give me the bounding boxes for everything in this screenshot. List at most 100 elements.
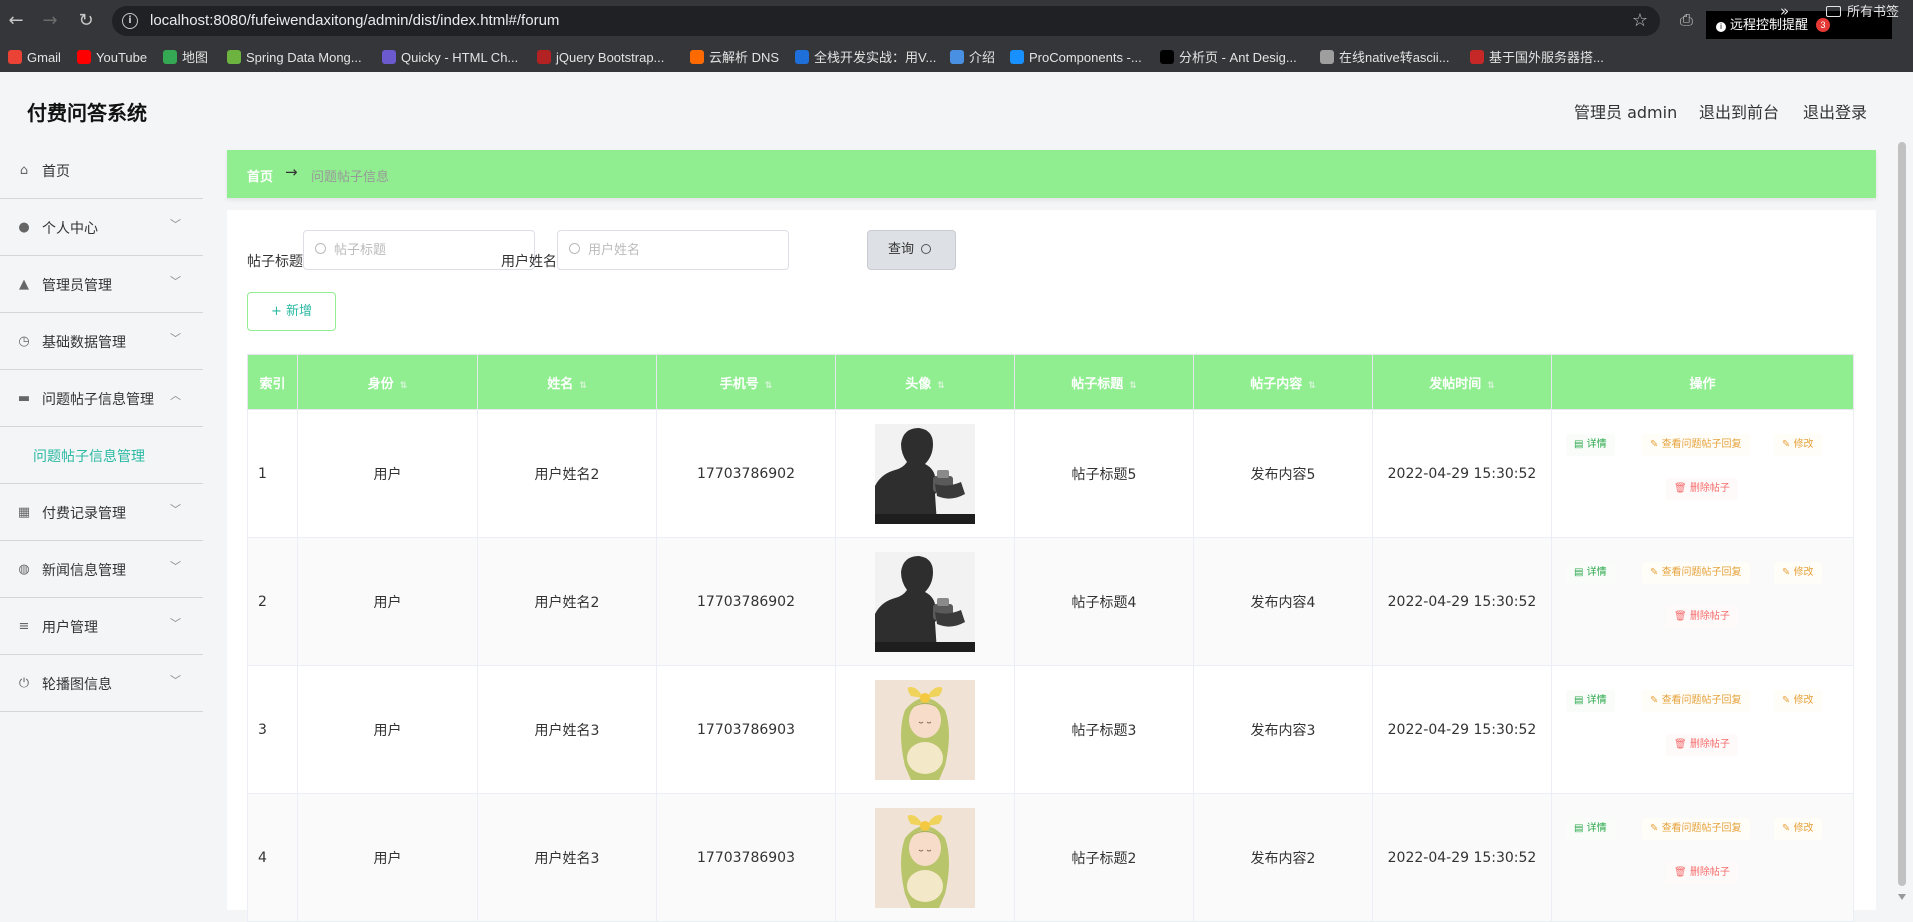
view-replies-button[interactable]: ✎ 查看问题帖子回复 bbox=[1642, 434, 1750, 456]
bookmark-item[interactable]: 介绍 bbox=[950, 48, 995, 68]
column-header-label: 操作 bbox=[1689, 376, 1716, 392]
user-search-input[interactable] bbox=[588, 240, 778, 260]
column-header[interactable]: 身份 ⇅ bbox=[297, 354, 478, 410]
sort-icon[interactable]: ⇅ bbox=[400, 381, 408, 391]
delete-button[interactable]: 🗑 删除帖子 bbox=[1666, 862, 1738, 884]
sort-icon[interactable]: ⇅ bbox=[1308, 381, 1316, 391]
edit-button[interactable]: ✎ 修改 bbox=[1774, 690, 1822, 712]
document-icon: ▤ bbox=[1574, 439, 1587, 450]
sidebar-item[interactable]: ⏻ 轮播图信息 ﹀ bbox=[0, 655, 203, 712]
bookmark-item[interactable]: YouTube bbox=[77, 48, 147, 68]
column-header[interactable]: 发帖时间 ⇅ bbox=[1372, 354, 1552, 410]
submenu-forum-management[interactable]: 问题帖子信息管理 bbox=[0, 427, 203, 484]
address-bar[interactable]: i localhost:8080/fufeiwendaxitong/admin/… bbox=[112, 6, 1660, 36]
cell-phone: 17703786902 bbox=[656, 537, 836, 666]
column-header[interactable]: 姓名 ⇅ bbox=[477, 354, 657, 410]
bookmark-item[interactable]: 基于国外服务器搭... bbox=[1470, 48, 1604, 68]
bookmark-item[interactable]: jQuery Bootstrap... bbox=[537, 48, 664, 68]
page-scrollbar[interactable] bbox=[1896, 142, 1908, 908]
site-info-icon[interactable]: i bbox=[122, 13, 138, 29]
to-frontend-link[interactable]: 退出到前台 bbox=[1699, 99, 1779, 123]
column-header[interactable]: 手机号 ⇅ bbox=[656, 354, 836, 410]
bookmark-item[interactable]: 在线native转ascii... bbox=[1320, 48, 1450, 68]
edit-button[interactable]: ✎ 修改 bbox=[1774, 562, 1822, 584]
column-header-label: 姓名 bbox=[547, 376, 574, 392]
bookmark-item[interactable]: Spring Data Mong... bbox=[227, 48, 362, 68]
reload-icon[interactable]: ↻ bbox=[74, 9, 98, 33]
actions-cell: ▤ 详情 ✎ 查看问题帖子回复 ✎ 修改 🗑 删除帖子 bbox=[1551, 793, 1854, 922]
avatar bbox=[875, 423, 975, 524]
edit-button[interactable]: ✎ 修改 bbox=[1774, 818, 1822, 840]
column-header-label: 身份 bbox=[367, 376, 394, 392]
edit-button[interactable]: ✎ 修改 bbox=[1774, 434, 1822, 456]
bookmark-item[interactable]: 全栈开发实战：用V... bbox=[795, 48, 936, 68]
sidebar-item[interactable]: ● 个人中心 ﹀ bbox=[0, 199, 203, 256]
bookmark-label: YouTube bbox=[96, 50, 148, 65]
sidebar-item[interactable]: ▦ 付费记录管理 ﹀ bbox=[0, 484, 203, 541]
sidebar-item[interactable]: ▬ 问题帖子信息管理 ︿ bbox=[0, 370, 203, 427]
detail-button[interactable]: ▤ 详情 bbox=[1566, 818, 1615, 840]
detail-button[interactable]: ▤ 详情 bbox=[1566, 690, 1615, 712]
chevron-down-icon: ﹀ bbox=[170, 674, 181, 687]
bookmark-item[interactable]: Gmail bbox=[8, 48, 61, 68]
sidebar-item[interactable]: ▲ 管理员管理 ﹀ bbox=[0, 256, 203, 313]
more-bookmarks-icon[interactable]: » bbox=[1780, 2, 1789, 20]
back-icon[interactable]: ← bbox=[4, 9, 28, 33]
sidebar-item[interactable]: ◍ 新闻信息管理 ﹀ bbox=[0, 541, 203, 598]
view-replies-button[interactable]: ✎ 查看问题帖子回复 bbox=[1642, 818, 1750, 840]
url-text[interactable]: localhost:8080/fufeiwendaxitong/admin/di… bbox=[150, 12, 559, 29]
bookmark-favicon-icon bbox=[1010, 50, 1024, 64]
bookmark-label: Quicky - HTML Ch... bbox=[401, 50, 519, 65]
sidebar-item-label: 用户管理 bbox=[42, 620, 98, 636]
sidebar-item[interactable]: ⌂ 首页 bbox=[0, 142, 203, 199]
column-header[interactable]: 帖子内容 ⇅ bbox=[1193, 354, 1373, 410]
breadcrumb-home[interactable]: 首页 bbox=[247, 166, 273, 185]
admin-user[interactable]: 管理员 admin bbox=[1574, 99, 1677, 123]
add-button[interactable]: + 新增 bbox=[247, 292, 336, 331]
view-replies-button[interactable]: ✎ 查看问题帖子回复 bbox=[1642, 562, 1750, 584]
bookmark-item[interactable]: Quicky - HTML Ch... bbox=[382, 48, 518, 68]
bookmark-favicon-icon bbox=[537, 50, 551, 64]
bookmark-label: Gmail bbox=[27, 50, 61, 65]
sort-icon[interactable]: ⇅ bbox=[765, 381, 773, 391]
sidebar-item[interactable]: ≡ 用户管理 ﹀ bbox=[0, 598, 203, 655]
column-header[interactable]: 帖子标题 ⇅ bbox=[1014, 354, 1194, 410]
column-header[interactable]: 头像 ⇅ bbox=[835, 354, 1015, 410]
home-icon: ⌂ bbox=[19, 163, 29, 178]
forward-icon[interactable]: → bbox=[38, 9, 62, 33]
detail-button[interactable]: ▤ 详情 bbox=[1566, 562, 1615, 584]
logout-link[interactable]: 退出登录 bbox=[1803, 99, 1867, 123]
sort-icon[interactable]: ⇅ bbox=[1487, 381, 1495, 391]
scrollbar-thumb[interactable] bbox=[1898, 142, 1906, 886]
delete-button[interactable]: 🗑 删除帖子 bbox=[1666, 478, 1738, 500]
bookmark-item[interactable]: ProComponents -... bbox=[1010, 48, 1142, 68]
bookmark-item[interactable]: 地图 bbox=[163, 48, 208, 68]
cell-index: 1 bbox=[247, 409, 298, 538]
breadcrumb: 首页 → 问题帖子信息 bbox=[227, 150, 1876, 198]
column-header-label: 头像 bbox=[905, 376, 932, 392]
cell-title: 帖子标题4 bbox=[1014, 537, 1194, 666]
user-filter-field[interactable] bbox=[557, 230, 789, 270]
sort-icon[interactable]: ⇅ bbox=[937, 381, 945, 391]
detail-button[interactable]: ▤ 详情 bbox=[1566, 434, 1615, 456]
delete-label: 删除帖子 bbox=[1689, 611, 1730, 622]
globe-icon: ◍ bbox=[18, 562, 30, 577]
delete-button[interactable]: 🗑 删除帖子 bbox=[1666, 734, 1738, 756]
all-bookmarks[interactable]: 所有书签 bbox=[1826, 2, 1899, 22]
view-replies-button[interactable]: ✎ 查看问题帖子回复 bbox=[1642, 690, 1750, 712]
scroll-down-icon[interactable] bbox=[1898, 894, 1906, 900]
bookmark-favicon-icon bbox=[77, 50, 91, 64]
sort-icon[interactable]: ⇅ bbox=[1129, 381, 1137, 391]
table-row: 1 用户 用户姓名2 17703786902 帖子标题5 发布内容5 2022-04-29 … bbox=[247, 409, 1854, 538]
sort-icon[interactable]: ⇅ bbox=[579, 381, 587, 391]
bookmark-item[interactable]: 分析页 - Ant Desig... bbox=[1160, 48, 1297, 68]
delete-button[interactable]: 🗑 删除帖子 bbox=[1666, 606, 1738, 628]
sidebar-item[interactable]: ◷ 基础数据管理 ﹀ bbox=[0, 313, 203, 370]
bookmark-item[interactable]: 云解析 DNS bbox=[690, 48, 779, 68]
edit-icon: ✎ bbox=[1782, 823, 1794, 834]
printer-icon[interactable]: ⎙ bbox=[1680, 10, 1693, 30]
title-search-input[interactable] bbox=[334, 240, 524, 260]
query-button[interactable]: 查询 bbox=[867, 230, 956, 270]
bookmark-star-icon[interactable]: ☆ bbox=[1632, 10, 1648, 31]
column-header: 操作 bbox=[1551, 354, 1854, 410]
